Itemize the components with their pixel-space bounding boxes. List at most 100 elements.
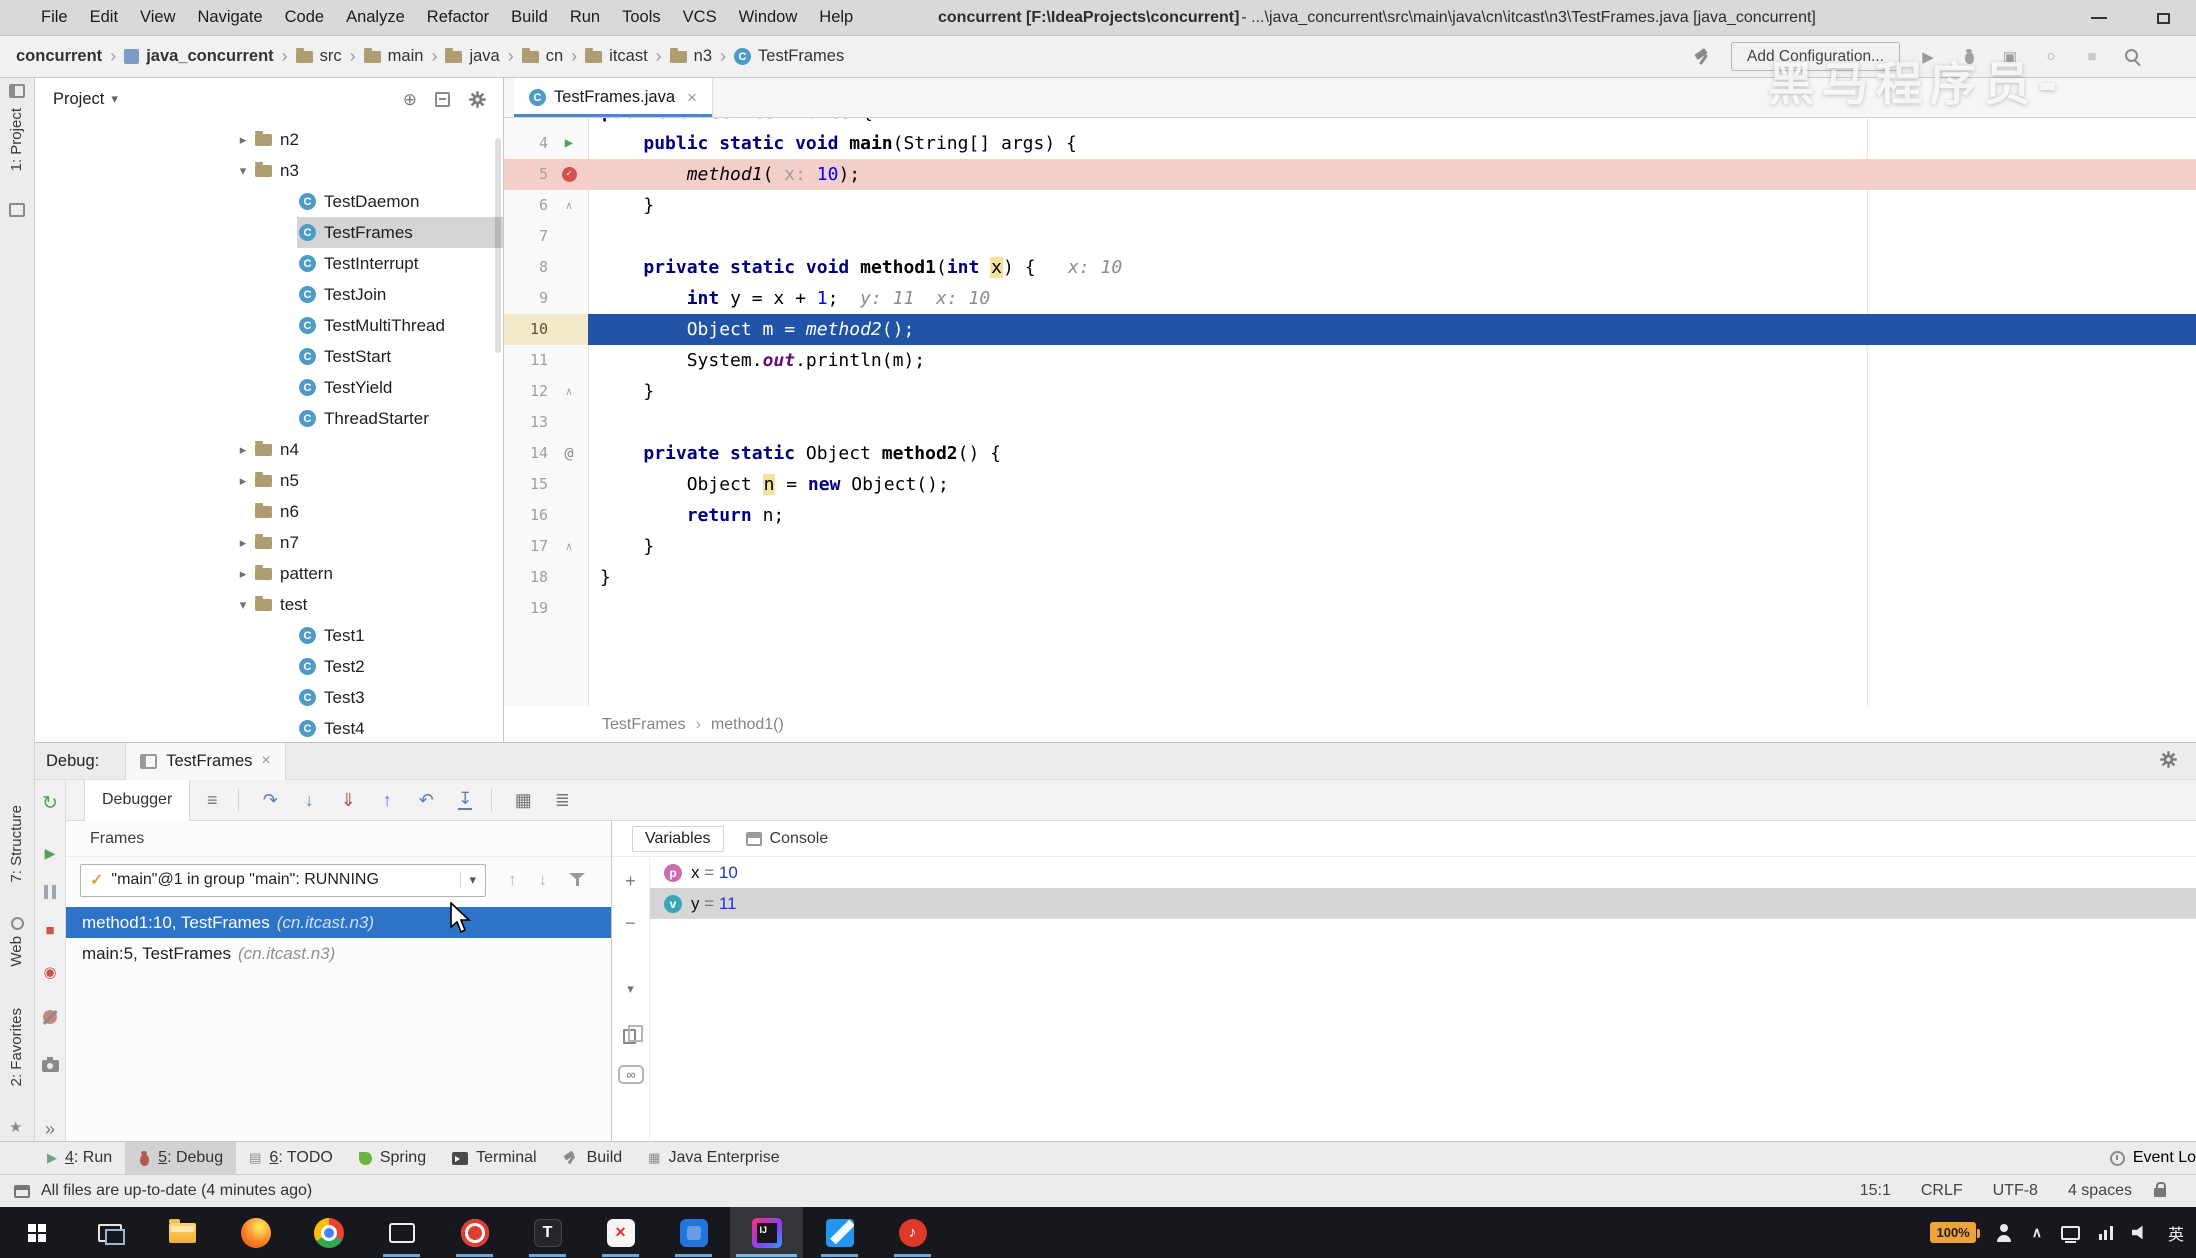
previous-frame-icon[interactable]: ↑	[508, 870, 517, 890]
close-icon[interactable]: ×	[687, 88, 697, 108]
resume-icon[interactable]: ▶	[35, 842, 65, 864]
tree-item-n6[interactable]: n6	[35, 496, 503, 527]
tab-debugger[interactable]: Debugger	[84, 780, 190, 821]
more-icon[interactable]: »	[35, 1118, 65, 1140]
thread-dropdown[interactable]: ✓ "main"@1 in group "main": RUNNING ▾	[80, 864, 486, 897]
menu-analyze[interactable]: Analyze	[335, 0, 416, 35]
tab-console[interactable]: Console	[746, 830, 829, 848]
breadcrumb-item-itcast[interactable]: itcast	[585, 47, 648, 66]
stop-icon[interactable]: ■	[35, 919, 65, 941]
project-scrollbar[interactable]	[495, 138, 501, 353]
breadcrumb-item-concurrent[interactable]: concurrent	[16, 47, 102, 66]
volume-icon[interactable]	[2132, 1225, 2149, 1240]
menu-navigate[interactable]: Navigate	[187, 0, 274, 35]
coverage-button[interactable]: ▣	[1997, 44, 2023, 70]
tree-item-n2[interactable]: ▸n2	[35, 124, 503, 155]
chevron-right-icon[interactable]: ▸	[233, 566, 253, 582]
variable-row[interactable]: px = 10	[650, 857, 2196, 888]
taskbar-firefox[interactable]	[219, 1207, 292, 1258]
breadcrumb-item-TestFrames[interactable]: CTestFrames	[734, 47, 844, 66]
editor-breadcrumb-1[interactable]: method1()	[711, 716, 784, 734]
chevron-right-icon[interactable]: ▸	[233, 442, 253, 458]
tree-item-TestStart[interactable]: CTestStart	[35, 341, 503, 372]
ime-indicator[interactable]: 英	[2168, 1221, 2184, 1245]
menu-run[interactable]: Run	[559, 0, 611, 35]
tree-item-pattern[interactable]: ▸pattern	[35, 558, 503, 589]
hidden-icons-chevron[interactable]: ∧	[2032, 1224, 2042, 1241]
file-encoding[interactable]: UTF-8	[1993, 1182, 2038, 1200]
infinity-icon[interactable]: ∞	[618, 1065, 644, 1084]
evaluate-expression-icon[interactable]: ▦	[506, 786, 540, 814]
breadcrumb-item-cn[interactable]: cn	[522, 47, 563, 66]
frame-row[interactable]: method1:10, TestFrames(cn.itcast.n3)	[66, 907, 611, 938]
project-panel-title[interactable]: Project	[53, 90, 104, 109]
remove-icon[interactable]: −	[612, 913, 649, 934]
stripe-favorites-label[interactable]: 2: Favorites	[8, 1008, 25, 1086]
force-step-into-icon[interactable]: ⇓	[331, 786, 365, 814]
chevron-down-icon[interactable]: ▾	[233, 163, 253, 179]
menu-tools[interactable]: Tools	[611, 0, 672, 35]
run-button[interactable]: ▶	[1915, 44, 1941, 70]
tree-item-Test4[interactable]: CTest4	[35, 713, 503, 742]
tree-item-TestInterrupt[interactable]: CTestInterrupt	[35, 248, 503, 279]
frame-row[interactable]: main:5, TestFrames(cn.itcast.n3)	[66, 938, 611, 969]
taskbar-red-x[interactable]	[584, 1207, 657, 1258]
menu-file[interactable]: File	[30, 0, 79, 35]
taskbar-intellij-idea[interactable]	[730, 1207, 803, 1258]
variable-row[interactable]: vy = 11	[650, 888, 2196, 919]
view-options-icon[interactable]: ≣	[545, 786, 579, 814]
menu-help[interactable]: Help	[808, 0, 864, 35]
toolwindow-button-run[interactable]: ▶4: Run	[34, 1142, 125, 1174]
next-frame-icon[interactable]: ↓	[539, 870, 548, 890]
stripe-project-label[interactable]: 1: Project	[8, 108, 25, 171]
taskbar-task-view[interactable]	[73, 1207, 146, 1258]
tree-item-TestJoin[interactable]: CTestJoin	[35, 279, 503, 310]
restore-icon[interactable]	[2157, 13, 2170, 24]
menu-window[interactable]: Window	[728, 0, 809, 35]
chevron-down-icon[interactable]: ▾	[460, 872, 476, 888]
layout-settings-icon[interactable]: ≡	[195, 786, 229, 814]
battery-indicator[interactable]: 100%	[1930, 1222, 1975, 1243]
tree-item-Test3[interactable]: CTest3	[35, 682, 503, 713]
chevron-right-icon[interactable]: ▸	[233, 535, 253, 551]
filter-icon[interactable]	[569, 873, 585, 887]
breadcrumb-item-java_concurrent[interactable]: java_concurrent	[124, 47, 273, 66]
rerun-icon[interactable]: ↻	[35, 792, 65, 814]
project-tree[interactable]: ▸n2▾n3CTestDaemonCTestFramesCTestInterru…	[35, 124, 503, 742]
editor-breadcrumb-0[interactable]: TestFrames	[602, 716, 686, 734]
taskbar-vscode[interactable]	[803, 1207, 876, 1258]
view-breakpoints-icon[interactable]: ◉	[35, 961, 65, 983]
code-editor[interactable]: public class TestFrames { 4▶ public stat…	[504, 118, 2196, 707]
add-icon[interactable]: +	[612, 871, 649, 892]
breadcrumb-item-java[interactable]: java	[445, 47, 499, 66]
taskbar-chrome[interactable]	[292, 1207, 365, 1258]
menu-refactor[interactable]: Refactor	[416, 0, 500, 35]
menu-view[interactable]: View	[129, 0, 186, 35]
chevron-down-icon[interactable]: ▾	[111, 91, 118, 107]
taskbar-typora[interactable]	[511, 1207, 584, 1258]
taskbar-recorder[interactable]	[438, 1207, 511, 1258]
tree-item-TestDaemon[interactable]: CTestDaemon	[35, 186, 503, 217]
taskbar-blue-app[interactable]	[657, 1207, 730, 1258]
bp-gutter-icon[interactable]	[552, 159, 586, 190]
tree-item-TestFrames[interactable]: CTestFrames	[35, 217, 503, 248]
tab-testframes-java[interactable]: C TestFrames.java ×	[514, 78, 713, 117]
stop-button[interactable]: ■	[2079, 44, 2105, 70]
debug-button[interactable]	[1956, 44, 1982, 70]
taskbar-netease[interactable]	[876, 1207, 949, 1258]
menu-edit[interactable]: Edit	[79, 0, 129, 35]
copy-icon[interactable]	[623, 1029, 636, 1044]
close-icon[interactable]: ×	[261, 752, 270, 770]
tree-item-TestYield[interactable]: CTestYield	[35, 372, 503, 403]
toolwindow-button-java-enterprise[interactable]: ▦Java Enterprise	[635, 1142, 792, 1174]
search-everywhere-button[interactable]	[2120, 44, 2146, 70]
step-over-icon[interactable]: ↷	[253, 786, 287, 814]
tree-item-Test2[interactable]: CTest2	[35, 651, 503, 682]
drop-frame-icon[interactable]: ↶	[409, 786, 443, 814]
star-icon[interactable]: ★	[9, 1118, 22, 1136]
network-icon[interactable]	[2099, 1226, 2113, 1240]
start-button[interactable]	[0, 1207, 73, 1258]
line-separator[interactable]: CRLF	[1921, 1182, 1963, 1200]
debug-settings[interactable]	[2159, 750, 2178, 769]
lock-icon[interactable]	[2154, 1188, 2166, 1197]
